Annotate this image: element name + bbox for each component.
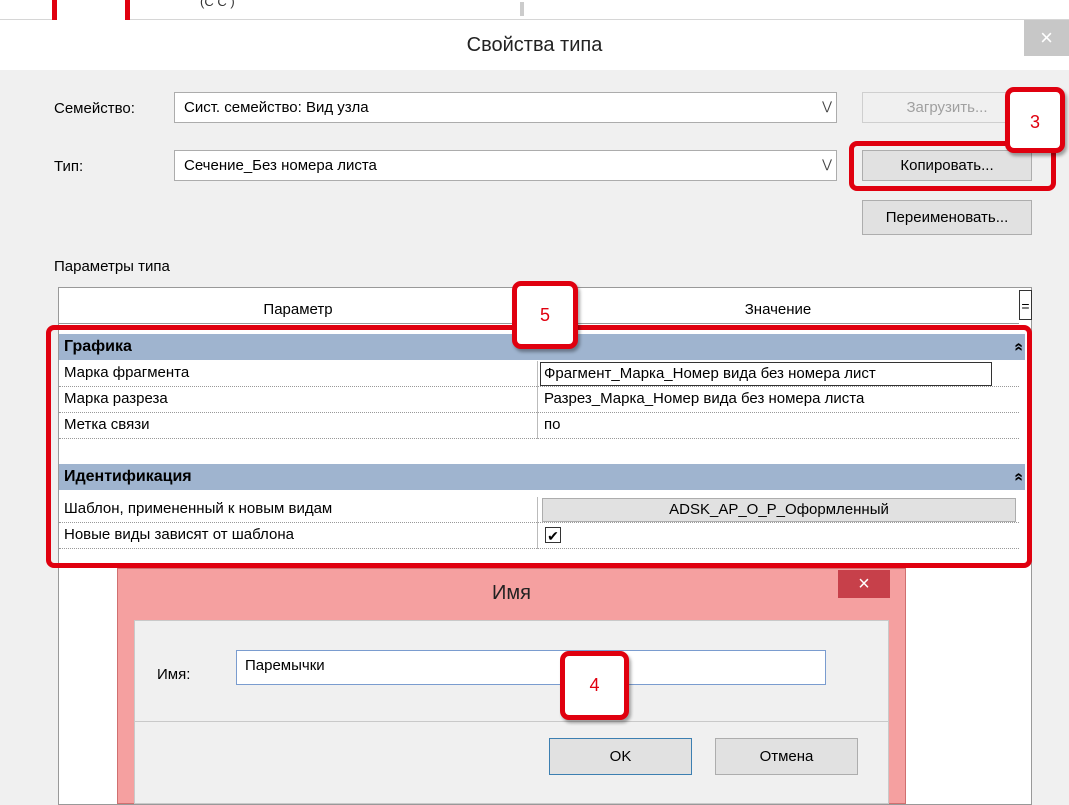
ok-button[interactable]: OK [549, 738, 692, 775]
background-scroll-fragment [520, 2, 524, 16]
name-dialog-body [134, 620, 889, 804]
name-input[interactable]: Паремычки [236, 650, 826, 685]
step-badge-3: 3 [1005, 87, 1065, 153]
type-select-value: Сечение_Без номера листа [184, 157, 377, 174]
chevron-down-icon: ⋁ [822, 99, 832, 113]
parameters-highlight [46, 325, 1032, 568]
close-button[interactable]: × [1024, 20, 1069, 56]
rename-button[interactable]: Переименовать... [862, 200, 1032, 235]
family-label: Семейство: [54, 100, 135, 117]
column-header-value[interactable]: Значение [537, 288, 1019, 324]
name-label: Имя: [157, 666, 191, 683]
step-badge-4: 4 [560, 651, 629, 720]
params-label: Параметры типа [54, 258, 170, 275]
cancel-button[interactable]: Отмена [715, 738, 858, 775]
type-select[interactable]: Сечение_Без номера листа ⋁ [174, 150, 837, 181]
step-badge-5: 5 [512, 281, 578, 349]
dialog-title: Свойства типа [466, 34, 603, 56]
type-label: Тип: [54, 158, 84, 175]
family-select[interactable]: Сист. семейство: Вид узла ⋁ [174, 92, 837, 123]
equals-button[interactable]: = [1019, 290, 1032, 320]
background-partial-text: (С С ) [200, 0, 235, 9]
background-window-strip: (С С ) [0, 0, 1069, 20]
chevron-down-icon: ⋁ [822, 157, 832, 171]
family-select-value: Сист. семейство: Вид узла [184, 99, 369, 116]
column-header-parameter[interactable]: Параметр [59, 288, 537, 324]
name-dialog-title: Имя [492, 582, 531, 604]
name-dialog-separator [135, 721, 888, 722]
name-dialog-close-button[interactable]: × [838, 570, 890, 598]
